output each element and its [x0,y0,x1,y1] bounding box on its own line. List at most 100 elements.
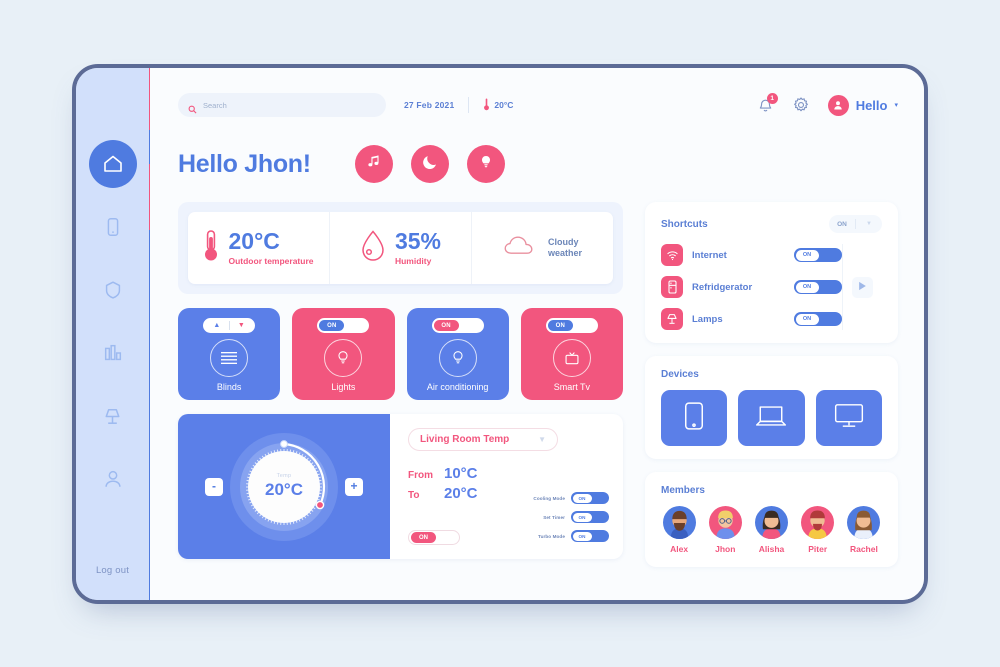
monitor-icon [833,402,865,434]
device-tablet[interactable] [661,390,728,446]
sidebar-item-security[interactable] [89,266,137,314]
lights-switch-state: ON [319,320,345,331]
mobile-icon [102,216,124,238]
top-bar-actions: 1 Hello ▾ [757,92,898,116]
device-tile-label: Smart Tv [553,382,591,392]
blinds-up-icon[interactable]: ▲ [205,322,229,329]
quick-action-lights[interactable] [466,145,505,183]
shortcut-label: Internet [692,249,727,261]
member-name: Jhon [715,544,736,554]
temperature-decrease-button[interactable]: - [205,477,223,496]
search-input[interactable] [203,100,376,110]
search-box[interactable] [178,93,386,117]
gear-icon [792,97,810,118]
user-menu[interactable]: Hello ▾ [827,94,898,116]
air-conditioning-switch[interactable]: ON [431,318,484,333]
quick-action-night[interactable] [410,145,449,183]
device-tile-blinds[interactable]: ▲ ▼ Blinds [178,308,281,400]
play-icon [858,278,867,296]
member-piter[interactable]: Piter [800,506,836,554]
thermostat-settings: Living Room Temp ▼ From 10°C To 20°C ON … [390,414,623,559]
mode-switch-turbo[interactable]: ON [571,530,609,542]
sidebar-item-home[interactable] [88,140,137,188]
notifications-button[interactable]: 1 [757,92,778,114]
blinds-updown-control[interactable]: ▲ ▼ [203,318,256,333]
mode-switch-cooling[interactable]: ON [571,492,609,504]
play-button[interactable] [852,276,873,298]
room-selector[interactable]: Living Room Temp ▼ [408,428,558,451]
user-avatar-icon [827,94,849,116]
search-icon [188,101,197,113]
device-monitor[interactable] [815,390,882,446]
lights-switch[interactable]: ON [317,318,370,333]
member-rachel[interactable]: Rachel [846,506,882,554]
thermostat-power-state: ON [411,532,436,543]
mode-switch-state: ON [572,493,592,503]
stat-weather-line2: weather [547,248,582,258]
shortcuts-body: Internet ON Refridgerator ON Lamps ON [661,244,882,330]
member-jhon[interactable]: Jhon [707,506,743,554]
sidebar-item-profile[interactable] [89,455,137,503]
thermostat-power-switch[interactable]: ON [408,530,460,545]
avatar [755,506,788,539]
shortcuts-master-state: ON [837,220,847,228]
tablet-icon [683,401,705,436]
dial-value: 20°C [265,480,303,499]
shield-icon [102,279,124,301]
shortcut-switch-internet[interactable]: ON [794,248,842,262]
bar-chart-icon [102,342,124,364]
logout-button[interactable]: Log out [76,565,149,576]
temperature-increase-button[interactable]: + [345,477,363,496]
thermometer-icon [203,228,219,269]
range-to-value: 20°C [444,485,478,502]
shortcut-row-refridgerator: Refridgerator ON [661,276,842,298]
shortcut-row-internet: Internet ON [661,244,842,266]
members-list: Alex Jhon Alisha Piter Rachel [661,506,882,554]
dashboard-columns: 20°C Outdoor temperature 35% Humidity Cl… [178,202,898,600]
device-tile-smart-tv[interactable]: ON Smart Tv [520,308,623,400]
stat-value: 35% [394,228,442,254]
mode-label: Set Timer [543,514,565,520]
stat-label: Humidity [394,256,432,266]
settings-button[interactable] [792,96,810,114]
lightbulb-icon [478,154,494,175]
device-tile-lights[interactable]: ON Lights [292,308,395,400]
devices-title: Devices [661,369,699,380]
lamp-icon [101,405,124,428]
shortcut-switch-state: ON [795,313,819,325]
left-column: 20°C Outdoor temperature 35% Humidity Cl… [178,202,623,600]
device-tile-air-conditioning[interactable]: ON Air conditioning [406,308,509,400]
member-alex[interactable]: Alex [661,506,697,554]
blinds-down-icon[interactable]: ▼ [230,322,254,329]
shortcut-switch-refridgerator[interactable]: ON [794,280,842,294]
top-bar: 27 Feb 2021 20°C [178,90,898,120]
shortcuts-master-toggle[interactable]: ON ▼ [829,215,882,233]
main-content: 27 Feb 2021 20°C [150,68,924,600]
device-laptop[interactable] [738,390,805,446]
room-selector-label: Living Room Temp [420,434,510,445]
water-drop-icon [360,229,386,268]
stat-humidity: 35% Humidity [329,212,471,284]
stats-wrapper: 20°C Outdoor temperature 35% Humidity Cl… [178,202,623,294]
mode-row-turbo: Turbo Mode ON [504,530,609,542]
shortcut-switch-lamps[interactable]: ON [794,312,842,326]
quick-action-music[interactable] [354,145,393,183]
mode-switch-timer[interactable]: ON [571,511,609,523]
quick-actions [354,145,505,183]
shortcuts-header: Shortcuts ON ▼ [661,215,882,233]
user-menu-label: Hello [855,97,888,113]
temperature-dial[interactable]: Temp 20°C [230,432,338,541]
avatar [847,506,881,539]
sidebar-item-statistics[interactable] [89,329,137,377]
sidebar-item-lighting[interactable] [89,392,137,440]
laptop-icon [754,403,788,434]
avatar [708,506,742,539]
range-to-label: To [408,490,420,501]
chevron-down-icon: ▼ [538,435,546,444]
avatar [801,506,835,539]
sidebar-item-devices[interactable] [89,203,137,251]
smart-tv-switch[interactable]: ON [545,318,598,333]
mode-switch-state: ON [572,531,592,541]
smart-tv-switch-state: ON [547,320,573,331]
member-alisha[interactable]: Alisha [753,506,789,554]
